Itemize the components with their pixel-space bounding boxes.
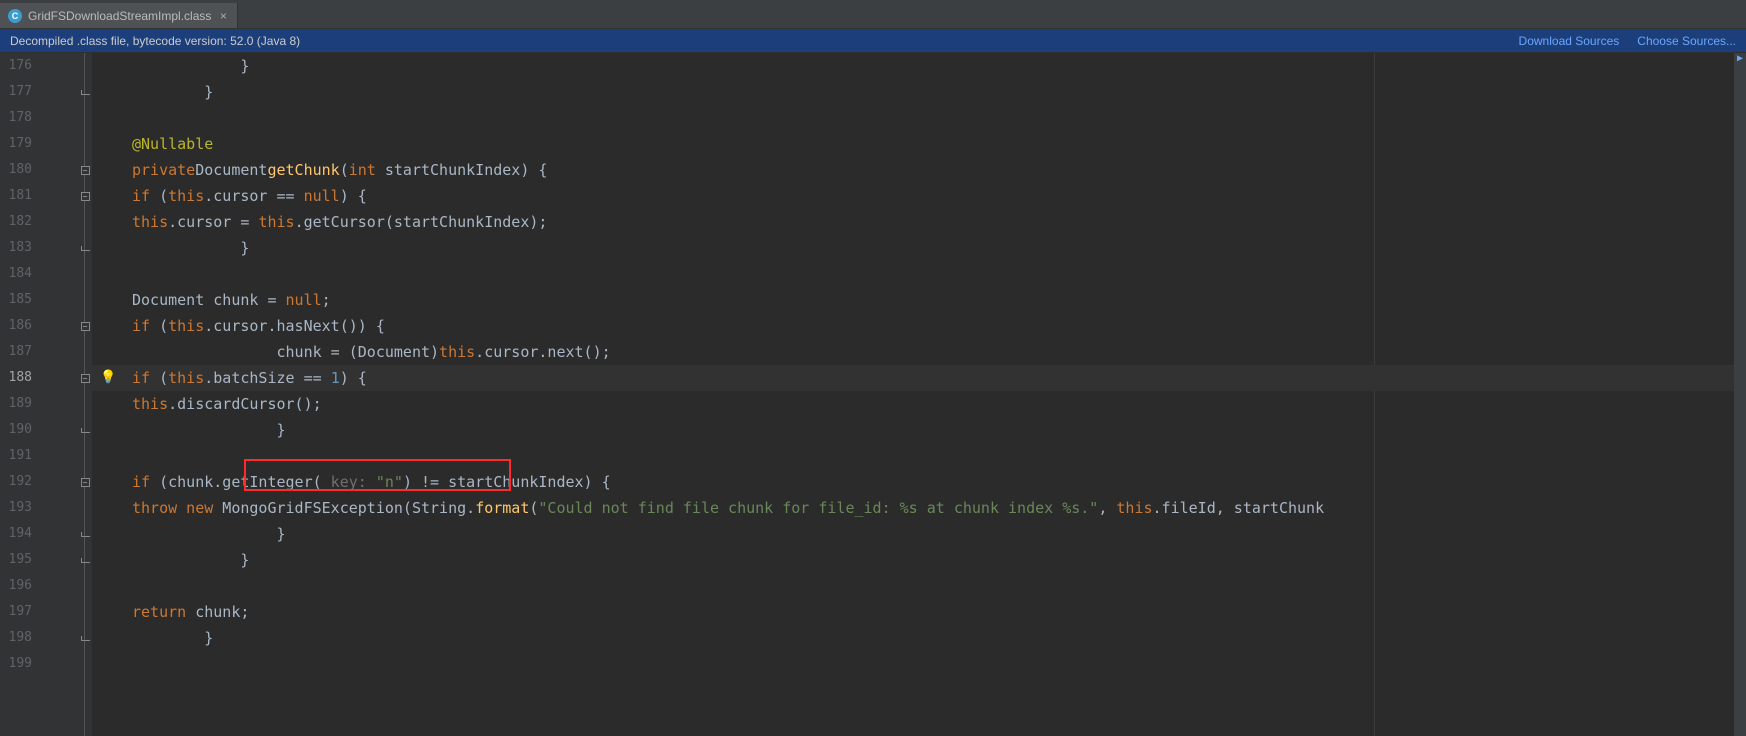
code-editor[interactable]: 176177178179180−181−182183184185186−1871… — [0, 53, 1746, 736]
line-number: 190 — [0, 417, 34, 443]
line-number: 193 — [0, 495, 34, 521]
code-line[interactable]: throw new MongoGridFSException(String.fo… — [92, 495, 1746, 521]
editor-tab-bar: C GridFSDownloadStreamImpl.class × — [0, 3, 1746, 29]
line-number: 196 — [0, 573, 34, 599]
code-line[interactable]: if (this.batchSize == 1) { — [92, 365, 1746, 391]
code-line[interactable]: return chunk; — [92, 599, 1746, 625]
code-line[interactable]: } — [92, 521, 1746, 547]
fold-end-icon[interactable] — [78, 79, 92, 105]
code-line[interactable]: this.cursor = this.getCursor(startChunkI… — [92, 209, 1746, 235]
code-line[interactable]: if (chunk.getInteger( key: "n") != start… — [92, 469, 1746, 495]
line-number: 182 — [0, 209, 34, 235]
code-line[interactable]: if (this.cursor.hasNext()) { — [92, 313, 1746, 339]
file-tab[interactable]: C GridFSDownloadStreamImpl.class × — [0, 3, 238, 28]
code-line[interactable]: if (this.cursor == null) { — [92, 183, 1746, 209]
code-line[interactable]: } — [92, 625, 1746, 651]
code-line[interactable]: } — [92, 417, 1746, 443]
line-number: 177 — [0, 79, 34, 105]
code-line[interactable]: } — [92, 547, 1746, 573]
line-number: 183 — [0, 235, 34, 261]
gutter: 176177178179180−181−182183184185186−1871… — [0, 53, 92, 736]
line-number: 197 — [0, 599, 34, 625]
file-tab-label: GridFSDownloadStreamImpl.class — [28, 9, 211, 23]
scrollbar-stripe[interactable] — [1734, 53, 1746, 736]
decompiled-banner: Decompiled .class file, bytecode version… — [0, 29, 1746, 53]
code-line[interactable]: } — [92, 53, 1746, 79]
fold-end-icon[interactable] — [78, 521, 92, 547]
fold-end-icon[interactable] — [78, 547, 92, 573]
line-number: 181 — [0, 183, 34, 209]
code-line[interactable]: this.discardCursor(); — [92, 391, 1746, 417]
line-number: 180 — [0, 157, 34, 183]
code-line[interactable]: } — [92, 79, 1746, 105]
close-icon[interactable]: × — [217, 10, 229, 22]
fold-end-icon[interactable] — [78, 417, 92, 443]
code-line[interactable]: private Document getChunk(int startChunk… — [92, 157, 1746, 183]
fold-end-icon[interactable] — [78, 235, 92, 261]
code-line[interactable] — [92, 573, 1746, 599]
code-line[interactable] — [92, 261, 1746, 287]
line-number: 185 — [0, 287, 34, 313]
fold-end-icon[interactable] — [78, 625, 92, 651]
line-number: 188 — [0, 365, 34, 391]
code-line[interactable] — [92, 651, 1746, 677]
line-number: 184 — [0, 261, 34, 287]
code-line[interactable]: } — [92, 235, 1746, 261]
fold-start-icon[interactable]: − — [78, 157, 92, 183]
fold-start-icon[interactable]: − — [78, 313, 92, 339]
banner-text: Decompiled .class file, bytecode version… — [10, 34, 300, 48]
line-number: 176 — [0, 53, 34, 79]
line-number: 189 — [0, 391, 34, 417]
line-number: 191 — [0, 443, 34, 469]
code-line[interactable] — [92, 443, 1746, 469]
code-line[interactable]: Document chunk = null; — [92, 287, 1746, 313]
download-sources-link[interactable]: Download Sources — [1519, 34, 1620, 48]
line-number: 192 — [0, 469, 34, 495]
line-number: 186 — [0, 313, 34, 339]
line-number: 179 — [0, 131, 34, 157]
choose-sources-link[interactable]: Choose Sources... — [1637, 34, 1736, 48]
code-area[interactable]: } } @Nullable private Document getChunk(… — [92, 53, 1746, 736]
class-file-icon: C — [8, 9, 22, 23]
line-number: 198 — [0, 625, 34, 651]
scroll-arrow-icon[interactable]: ▶ — [1734, 53, 1746, 65]
code-line[interactable]: chunk = (Document)this.cursor.next(); — [92, 339, 1746, 365]
intention-bulb-icon[interactable]: 💡 — [100, 371, 114, 385]
fold-start-icon[interactable]: − — [78, 183, 92, 209]
line-number: 194 — [0, 521, 34, 547]
code-line[interactable] — [92, 105, 1746, 131]
line-number: 178 — [0, 105, 34, 131]
code-line[interactable]: @Nullable — [92, 131, 1746, 157]
line-number: 187 — [0, 339, 34, 365]
line-number: 199 — [0, 651, 34, 677]
fold-start-icon[interactable]: − — [78, 365, 92, 391]
line-number: 195 — [0, 547, 34, 573]
fold-start-icon[interactable]: − — [78, 469, 92, 495]
